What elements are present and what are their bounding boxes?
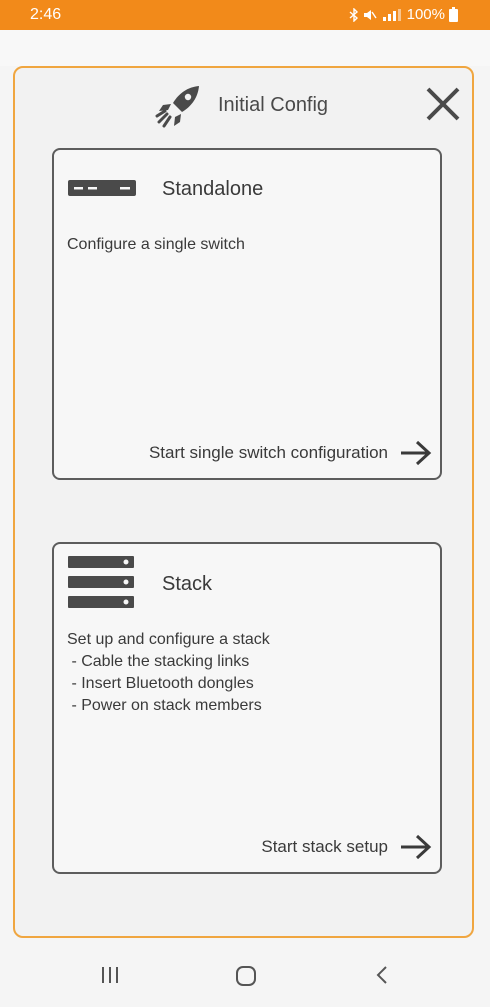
- status-icons: 100%: [349, 6, 458, 23]
- switch-stack-icon: [68, 556, 134, 613]
- bluetooth-icon: [349, 7, 359, 22]
- battery-label: 100%: [406, 6, 445, 23]
- arrow-right-icon: [401, 834, 432, 860]
- mute-icon: [363, 8, 377, 22]
- status-bar: 2:46 100%: [0, 0, 490, 30]
- status-time: 2:46: [30, 6, 62, 23]
- initial-config-dialog: Initial Config Standalone Configure a si…: [13, 66, 474, 938]
- dialog-title: Initial Config: [218, 94, 329, 116]
- recent-apps-icon[interactable]: [100, 965, 120, 990]
- stack-description: Set up and configure a stack - Cable the…: [67, 631, 270, 714]
- standalone-description: Configure a single switch: [67, 236, 245, 253]
- rocket-icon: [155, 83, 203, 136]
- standalone-card[interactable]: Standalone Configure a single switch Sta…: [52, 148, 442, 480]
- android-nav-bar: [0, 945, 490, 1007]
- standalone-title: Standalone: [162, 178, 264, 200]
- stack-title: Stack: [162, 573, 213, 595]
- start-stack-setup-button[interactable]: Start stack setup: [261, 834, 432, 860]
- start-single-switch-label: Start single switch configuration: [148, 443, 388, 462]
- battery-icon: [449, 7, 458, 22]
- back-icon[interactable]: [374, 965, 390, 990]
- close-icon: [426, 87, 460, 121]
- arrow-right-icon: [401, 440, 432, 466]
- stack-card[interactable]: Stack Set up and configure a stack - Cab…: [52, 542, 442, 874]
- signal-icon: [381, 8, 403, 22]
- top-spacer: [0, 30, 490, 66]
- home-icon[interactable]: [235, 965, 257, 992]
- start-single-switch-button[interactable]: Start single switch configuration: [149, 440, 432, 466]
- close-button[interactable]: [423, 84, 463, 124]
- single-switch-icon: [68, 180, 136, 201]
- start-stack-setup-label: Start stack setup: [261, 837, 388, 856]
- dialog-header: Initial Config: [15, 68, 472, 143]
